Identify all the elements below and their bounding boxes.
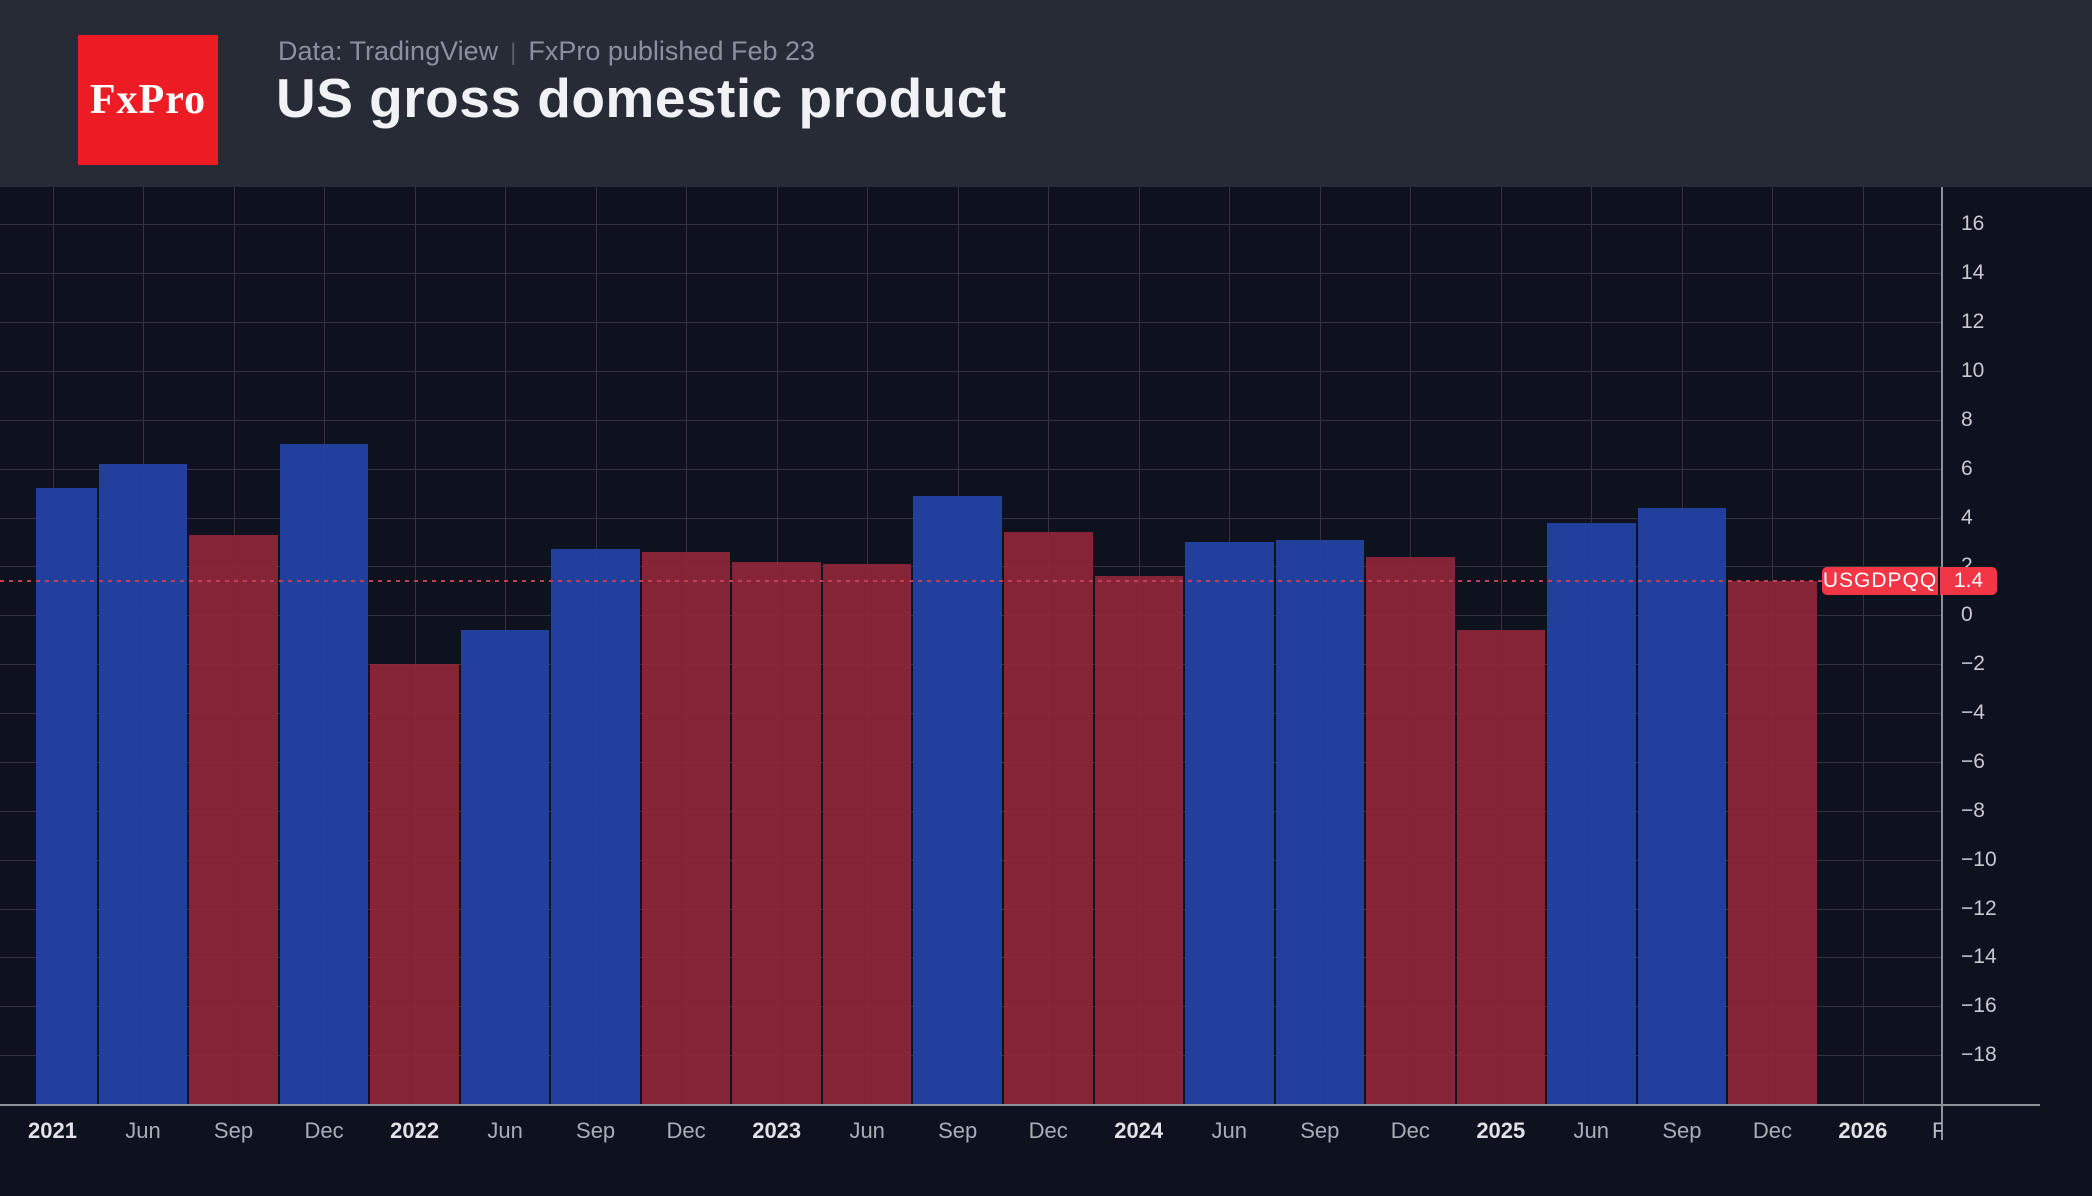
gdp-bar[interactable] [551, 549, 640, 1105]
price-axis-tick: 14 [1961, 260, 1984, 286]
gdp-bar[interactable] [461, 630, 550, 1105]
price-axis-tick: 16 [1961, 211, 1984, 237]
gdp-bar[interactable] [370, 664, 459, 1105]
time-axis-label: Sep [1662, 1118, 1701, 1144]
time-axis-label: Sep [214, 1118, 253, 1144]
fxpro-gdp-chart-page: 1614121086420−2−4−6−8−10−12−14−16−18 202… [0, 0, 2092, 1196]
gdp-bar[interactable] [1276, 540, 1365, 1105]
last-price-value: 1.4 [1940, 567, 1997, 595]
gdp-bar[interactable] [823, 564, 912, 1105]
price-axis-tick: 4 [1961, 505, 1973, 531]
time-axis-label: 2024 [1114, 1118, 1163, 1144]
time-axis-label: Dec [667, 1118, 706, 1144]
time-axis-label: Dec [1029, 1118, 1068, 1144]
gridline-horizontal [0, 420, 1941, 421]
gridline-vertical [1863, 187, 1864, 1105]
time-axis-label: Jun [1212, 1118, 1247, 1144]
gridline-horizontal [0, 371, 1941, 372]
time-axis-label: 2023 [752, 1118, 801, 1144]
gdp-bar[interactable] [1095, 576, 1184, 1105]
gdp-bar[interactable] [280, 444, 369, 1105]
time-axis-label: 2025 [1476, 1118, 1525, 1144]
header: FxPro Data: TradingView|FxPro published … [0, 0, 2092, 187]
price-axis-tick: −16 [1961, 993, 1997, 1019]
gridline-horizontal [0, 224, 1941, 225]
chart-subtitle: Data: TradingView|FxPro published Feb 23 [278, 36, 815, 67]
symbol-label: USGDPQQ [1822, 567, 1938, 595]
price-axis-tick: 12 [1961, 309, 1984, 335]
time-axis-label: Sep [938, 1118, 977, 1144]
time-axis-label-clipped: F [1932, 1118, 1942, 1144]
time-axis-label: Jun [849, 1118, 884, 1144]
gdp-bar[interactable] [1366, 557, 1455, 1105]
gdp-bar[interactable] [99, 464, 188, 1105]
fxpro-logo-text: FxPro [90, 76, 206, 124]
published-label: FxPro published Feb 23 [528, 36, 815, 66]
price-axis-tick: −8 [1961, 798, 1985, 824]
time-axis-label: Dec [1753, 1118, 1792, 1144]
price-axis-line [1941, 187, 1943, 1140]
time-axis-label: Jun [125, 1118, 160, 1144]
subtitle-separator: | [498, 39, 528, 66]
time-axis-label: Sep [1300, 1118, 1339, 1144]
price-axis-tick: −12 [1961, 896, 1997, 922]
gdp-bar[interactable] [1004, 532, 1093, 1105]
price-axis-tick: −18 [1961, 1042, 1997, 1068]
price-axis-tick: 0 [1961, 602, 1973, 628]
last-price-line [0, 580, 1822, 582]
price-axis-tick: 8 [1961, 407, 1973, 433]
time-axis-label: 2026 [1838, 1118, 1887, 1144]
price-axis-tick: −10 [1961, 847, 1997, 873]
time-axis-label: 2021 [28, 1118, 77, 1144]
time-axis-label: Dec [305, 1118, 344, 1144]
time-axis-label: Dec [1391, 1118, 1430, 1144]
gdp-bar[interactable] [1185, 542, 1274, 1105]
gdp-bar[interactable] [913, 496, 1002, 1105]
price-axis-tick: 10 [1961, 358, 1984, 384]
fxpro-logo: FxPro [78, 35, 218, 165]
last-price-tag: USGDPQQ 1.4 [1822, 567, 1997, 595]
gridline-horizontal [0, 273, 1941, 274]
gdp-bar[interactable] [1638, 508, 1727, 1105]
time-axis-label: Jun [487, 1118, 522, 1144]
time-axis-label: Sep [576, 1118, 615, 1144]
price-axis-tick: −4 [1961, 700, 1985, 726]
price-axis-tick: −2 [1961, 651, 1985, 677]
time-axis-label: 2022 [390, 1118, 439, 1144]
gdp-bar[interactable] [732, 562, 821, 1105]
gdp-bar[interactable] [1547, 523, 1636, 1106]
gdp-bar[interactable] [1728, 581, 1817, 1105]
price-axis-tick: 6 [1961, 456, 1973, 482]
price-axis-tick: −14 [1961, 944, 1997, 970]
gdp-bar[interactable] [642, 552, 731, 1105]
page-title: US gross domestic product [276, 66, 1007, 130]
time-axis-label: Jun [1574, 1118, 1609, 1144]
price-axis-tick: −6 [1961, 749, 1985, 775]
gdp-bar[interactable] [189, 535, 278, 1105]
gridline-horizontal [0, 322, 1941, 323]
time-axis-line [0, 1104, 2040, 1106]
gdp-bar[interactable] [1457, 630, 1546, 1105]
data-source-label: Data: TradingView [278, 36, 498, 66]
